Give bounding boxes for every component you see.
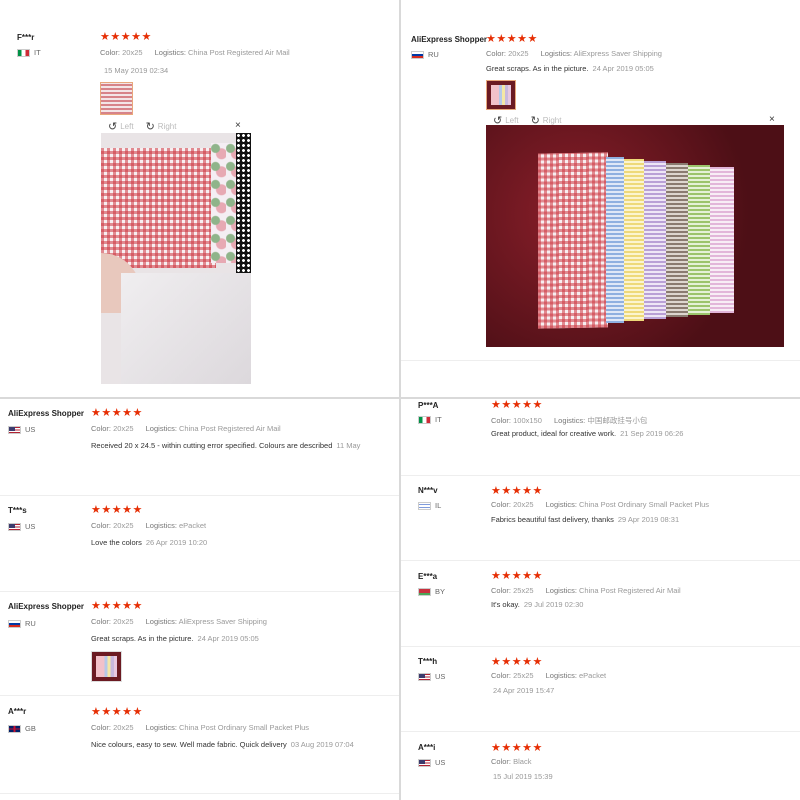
review-panel-bottom-left: AliExpress Shopper US ★★★★★ Color: 20x25… (0, 399, 399, 800)
panel-divider-vertical (399, 0, 401, 800)
reviewer-country: BY (418, 587, 445, 596)
usa-flag-icon (8, 522, 21, 531)
usa-flag-icon (418, 672, 431, 681)
rating-stars: ★★★★★ (491, 399, 543, 411)
order-info: Color: 20x25 Logistics: AliExpress Saver… (91, 617, 267, 626)
italy-flag-icon (17, 48, 30, 57)
review-date: 15 May 2019 02:34 (104, 66, 169, 75)
reviewer-name: AliExpress Shopper (8, 409, 85, 418)
review-date: 24 Apr 2019 15:47 (493, 686, 555, 695)
belarus-flag-icon (418, 587, 431, 596)
rotate-right-label[interactable]: Right (543, 116, 562, 125)
russia-flag-icon (8, 619, 21, 628)
review-photo-thumbnail[interactable] (100, 82, 133, 115)
review-text: Love the colors 26 Apr 2019 10:20 (91, 538, 208, 547)
review-photo-thumbnail[interactable] (91, 651, 122, 682)
review-panel-top-right: AliExpress Shopper RU ★★★★★ Color: 20x25… (401, 0, 800, 397)
reviewer-name: T***h (418, 657, 438, 666)
rotate-left-label[interactable]: Left (505, 116, 518, 125)
order-info: Color: 20x25 Logistics: China Post Ordin… (491, 500, 710, 509)
close-viewer-icon[interactable]: × (235, 120, 241, 131)
review-text: Fabrics beautiful fast delivery, thanks 2… (491, 515, 680, 524)
rating-stars: ★★★★★ (491, 570, 543, 582)
rating-stars: ★★★★★ (486, 33, 538, 45)
israel-flag-icon (418, 501, 431, 510)
reviewer-country: US (8, 522, 35, 531)
rotate-right-icon[interactable]: ↻ (146, 120, 155, 133)
usa-flag-icon (418, 758, 431, 767)
rating-stars: ★★★★★ (491, 485, 543, 497)
image-viewer-toolbar: ↺ Left ↻ Right (108, 120, 176, 133)
rating-stars: ★★★★★ (91, 407, 143, 419)
order-info: Color: 20x25 Logistics: ePacket (91, 521, 207, 530)
review-panel-bottom-right: P***A IT ★★★★★ Color: 100x150 Logistics:… (401, 399, 800, 800)
reviewer-name: T***s (8, 506, 27, 515)
panel-divider-horizontal (0, 397, 800, 399)
reviewer-country: IT (418, 415, 442, 424)
rating-stars: ★★★★★ (491, 656, 543, 668)
reviewer-country: GB (8, 724, 36, 733)
order-info: Color: 20x25 Logistics: China Post Ordin… (91, 723, 310, 732)
reviewer-name: P***A (418, 401, 439, 410)
review-text: Great scraps. As in the picture. 24 Apr 2… (91, 634, 259, 643)
order-info: Color: 100x150 Logistics: 中国邮政挂号小包 (491, 416, 648, 425)
rotate-left-label[interactable]: Left (120, 122, 133, 131)
rating-stars: ★★★★★ (491, 742, 543, 754)
reviewer-name: E***a (418, 572, 438, 581)
usa-flag-icon (8, 425, 21, 434)
reviewer-country: US (418, 672, 445, 681)
review-text: Nice colours, easy to sew. Well made fab… (91, 740, 354, 749)
italy-flag-icon (418, 415, 431, 424)
reviewer-country: IL (418, 501, 441, 510)
review-text: Great product, ideal for creative work. 2… (491, 429, 684, 438)
order-info: Color: 25x25 Logistics: China Post Regis… (491, 586, 681, 595)
reviewer-country: RU (411, 50, 439, 59)
order-info: Color: 20x25 Logistics: AliExpress Saver… (486, 49, 662, 58)
review-text: Great scraps. As in the picture. 24 Apr 2… (486, 64, 654, 73)
review-panel-top-left: F***r IT ★★★★★ Color: 20x25 Logistics: C… (0, 0, 399, 397)
rating-stars: ★★★★★ (100, 31, 152, 43)
review-text: Received 20 x 24.5 - within cutting erro… (91, 441, 361, 450)
review-photo-thumbnail[interactable] (486, 80, 516, 110)
rotate-right-label[interactable]: Right (158, 122, 177, 131)
order-info: Color: 20x25 Logistics: China Post Regis… (91, 424, 281, 433)
rotate-left-icon[interactable]: ↺ (108, 120, 117, 133)
reviewer-name: AliExpress Shopper (8, 602, 85, 611)
reviewer-name: N***v (418, 486, 438, 495)
reviewer-country: RU (8, 619, 36, 628)
uk-flag-icon (8, 724, 21, 733)
reviewer-country: US (8, 425, 35, 434)
reviewer-name: F***r (17, 33, 35, 42)
reviewer-name: AliExpress Shopper (411, 35, 488, 44)
reviewer-country: US (418, 758, 445, 767)
rating-stars: ★★★★★ (91, 600, 143, 612)
reviewer-name: A***i (418, 743, 436, 752)
review-photo-large (486, 125, 784, 347)
order-info: Color: 20x25 Logistics: China Post Regis… (100, 48, 290, 57)
review-date: 15 Jul 2019 15:39 (493, 772, 553, 781)
review-photo-large (101, 133, 251, 384)
russia-flag-icon (411, 50, 424, 59)
review-text: It's okay. 29 Jul 2019 02:30 (491, 600, 584, 609)
close-viewer-icon[interactable]: × (769, 114, 775, 125)
order-info: Color: Black (491, 757, 532, 766)
order-info: Color: 25x25 Logistics: ePacket (491, 671, 607, 680)
reviewer-country: IT (17, 48, 41, 57)
reviewer-name: A***r (8, 707, 27, 716)
rating-stars: ★★★★★ (91, 706, 143, 718)
rating-stars: ★★★★★ (91, 504, 143, 516)
